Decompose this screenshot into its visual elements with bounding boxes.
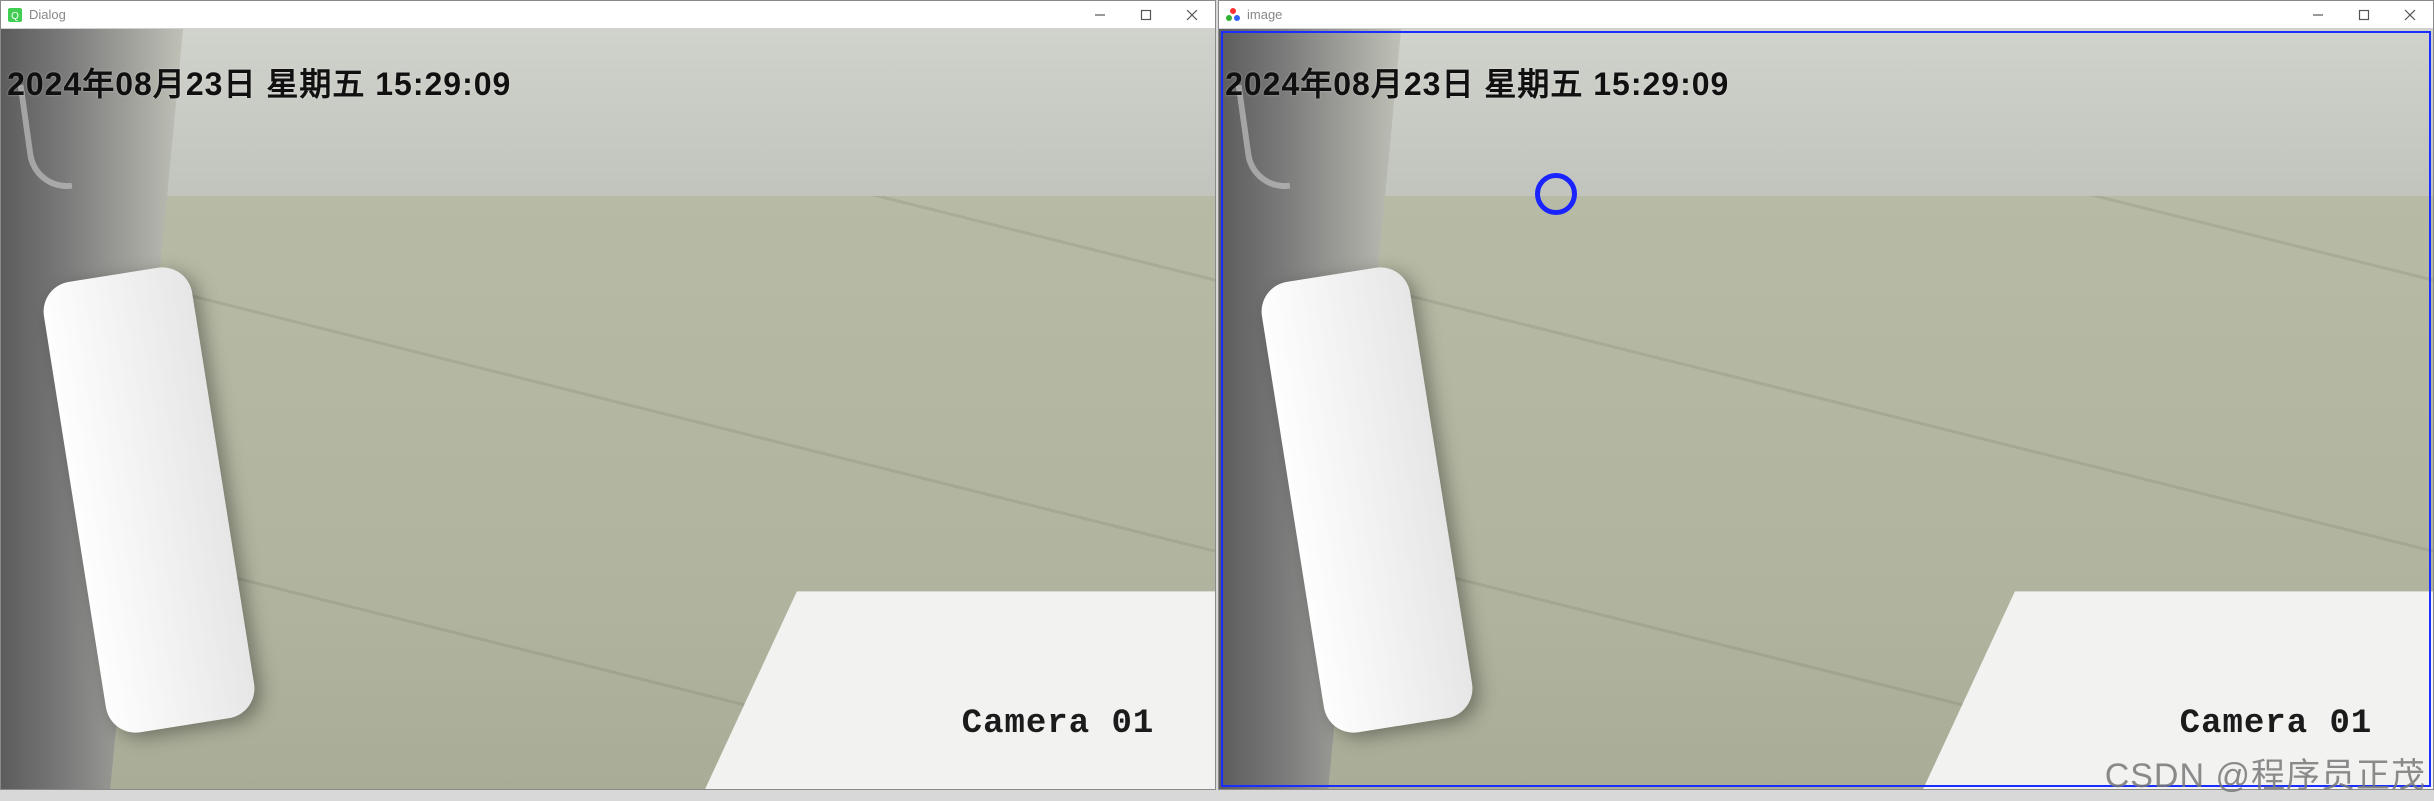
- client-area-dialog: Camera 01 2024年08月23日 星期五 15:29:09: [1, 29, 1215, 789]
- minimize-button[interactable]: [1077, 1, 1123, 28]
- client-area-image: Camera 01 2024年08月23日 星期五 15:29:09: [1219, 29, 2433, 789]
- titlebar-dialog[interactable]: Q Dialog: [1, 1, 1215, 29]
- minimize-button[interactable]: [2295, 1, 2341, 28]
- window-title: Dialog: [29, 7, 66, 22]
- close-button[interactable]: [2387, 1, 2433, 28]
- window-image: image Camer: [1218, 0, 2434, 790]
- desktop: Q Dialog: [0, 0, 2434, 801]
- camera-label: Camera 01: [962, 705, 1155, 743]
- window-title: image: [1247, 7, 1282, 22]
- titlebar-image[interactable]: image: [1219, 1, 2433, 29]
- close-button[interactable]: [1169, 1, 1215, 28]
- maximize-button[interactable]: [2341, 1, 2387, 28]
- video-frame-dialog: Camera 01 2024年08月23日 星期五 15:29:09: [1, 29, 1215, 789]
- cctv-scene: Camera 01 2024年08月23日 星期五 15:29:09: [1, 29, 1215, 789]
- window-dialog: Q Dialog: [0, 0, 1216, 790]
- svg-text:Q: Q: [11, 11, 19, 22]
- opencv-app-icon: [1225, 7, 1241, 23]
- qt-app-icon: Q: [7, 7, 23, 23]
- video-frame-image: Camera 01 2024年08月23日 星期五 15:29:09: [1219, 29, 2433, 789]
- timestamp-overlay: 2024年08月23日 星期五 15:29:09: [7, 59, 511, 105]
- maximize-button[interactable]: [1123, 1, 1169, 28]
